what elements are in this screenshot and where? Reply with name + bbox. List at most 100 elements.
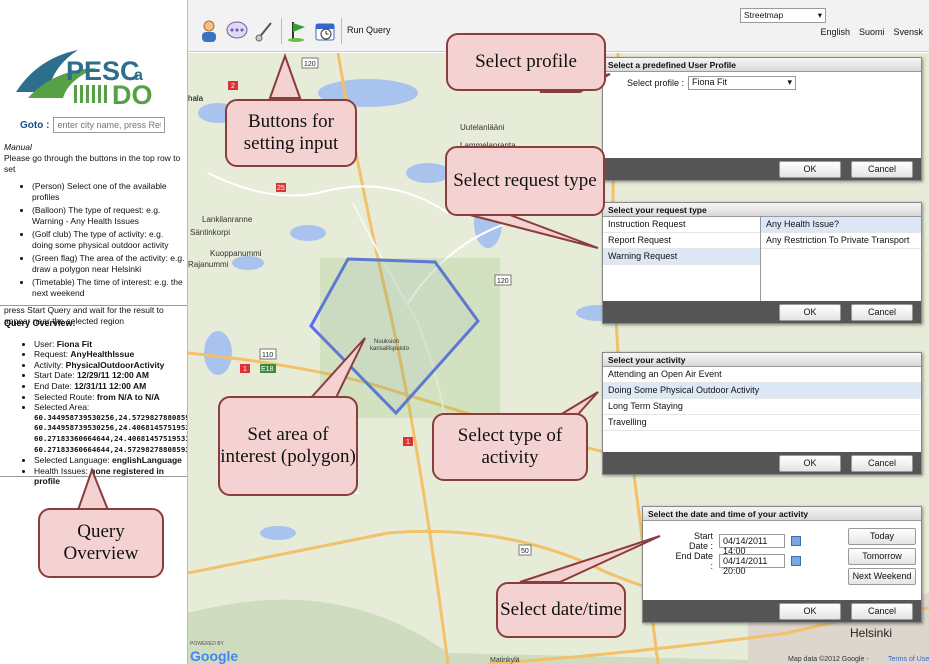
svg-text:DO: DO [112, 80, 153, 110]
query-overview: Query Overview: User: Fiona Fit Request:… [4, 318, 188, 487]
today-button[interactable]: Today [848, 528, 916, 545]
start-date-input[interactable]: 04/14/2011 14:00 [719, 534, 785, 556]
manual-list: (Person) Select one of the available pro… [32, 181, 186, 299]
manual-intro: Please go through the buttons in the top… [4, 153, 181, 174]
profile-panel: Select a predefined User Profile Select … [602, 57, 922, 181]
svg-text:120: 120 [497, 278, 509, 285]
calendar-icon[interactable] [791, 556, 801, 566]
date-panel-title: Select the date and time of your activit… [643, 507, 921, 521]
area-coord: 60.27183360664644,24.406814575195312 [34, 433, 188, 443]
ok-button[interactable]: OK [779, 160, 841, 178]
area-coord: 60.27183360664644,24.572982788085938 [34, 444, 188, 454]
tomorrow-button[interactable]: Tomorrow [848, 548, 916, 565]
list-item[interactable]: Attending an Open Air Event [603, 367, 921, 383]
toolbar-separator [341, 18, 342, 44]
ok-button[interactable]: OK [779, 454, 841, 472]
calendar-icon[interactable] [791, 536, 801, 546]
goto-row: Goto : [4, 116, 186, 134]
list-item[interactable]: Instruction Request [603, 217, 760, 233]
svg-text:hala: hala [188, 94, 204, 103]
overview-end: End Date: 12/31/11 12:00 AM [34, 381, 187, 392]
green-flag-icon [288, 22, 305, 42]
request-detail-list: Any Health Issue? Any Restriction To Pri… [761, 217, 921, 301]
svg-text:POWERED BY: POWERED BY [190, 641, 225, 647]
time-button[interactable] [312, 18, 338, 44]
svg-text:Lankilanranne: Lankilanranne [202, 215, 253, 224]
list-item[interactable]: Long Term Staying [603, 399, 921, 415]
map-type-select[interactable]: Streetmap ▾ [740, 8, 826, 23]
goto-label: Goto : [20, 119, 50, 131]
date-panel: Select the date and time of your activit… [642, 506, 922, 623]
toolbar-separator [281, 18, 282, 44]
activity-panel-title: Select your activity [603, 353, 921, 367]
svg-text:Google: Google [190, 648, 238, 664]
callout-date: Select date/time [496, 582, 626, 638]
manual-item: (Timetable) The time of interest: e.g. t… [32, 277, 186, 299]
lang-suomi[interactable]: Suomi [859, 27, 885, 37]
overview-request: Request: AnyHealthIssue [34, 349, 187, 360]
svg-text:25: 25 [277, 185, 285, 192]
overview-language: Selected Language: englishLanguage [34, 455, 187, 466]
list-item[interactable]: Any Health Issue? [761, 217, 921, 233]
svg-text:1: 1 [243, 366, 247, 373]
cancel-button[interactable]: Cancel [851, 303, 913, 321]
activity-button[interactable] [252, 18, 278, 44]
list-item[interactable]: Warning Request [603, 249, 760, 265]
manual: Manual Please go through the buttons in … [4, 142, 186, 327]
profile-select[interactable]: Fiona Fit ▾ [688, 76, 797, 90]
ok-button[interactable]: OK [779, 602, 841, 620]
overview-start: Start Date: 12/29/11 12:00 AM [34, 370, 187, 381]
ok-button[interactable]: OK [779, 303, 841, 321]
divider [0, 476, 187, 477]
list-item[interactable]: Report Request [603, 233, 760, 249]
svg-text:2: 2 [231, 83, 235, 90]
lang-svensk[interactable]: Svensk [893, 27, 923, 37]
end-date-label: End Date : [675, 551, 713, 571]
cancel-button[interactable]: Cancel [851, 454, 913, 472]
timetable-icon [315, 23, 335, 41]
manual-item: (Green flag) The area of the activity: e… [32, 253, 186, 275]
list-item[interactable]: Any Restriction To Private Transport [761, 233, 921, 249]
overview-activity: Activity: PhysicalOutdoorActivity [34, 360, 187, 371]
request-panel-title: Select your request type [603, 203, 921, 217]
run-query-button[interactable]: Run Query [347, 25, 391, 35]
area-coord: 60.344958739530256,24.572982788085938 [34, 412, 188, 422]
cancel-button[interactable]: Cancel [851, 160, 913, 178]
list-item[interactable]: Doing Some Physical Outdoor Activity [603, 383, 921, 399]
svg-text:1: 1 [406, 439, 410, 446]
activity-panel: Select your activity Attending an Open A… [602, 352, 922, 475]
chevron-down-icon: ▾ [817, 10, 822, 20]
callout-request-type: Select request type [445, 146, 605, 216]
lang-english[interactable]: English [820, 27, 850, 37]
callout-buttons: Buttons for setting input [225, 99, 357, 167]
request-panel: Select your request type Instruction Req… [602, 202, 922, 324]
next-weekend-button[interactable]: Next Weekend [848, 568, 916, 585]
golf-club-icon [255, 22, 272, 42]
profile-button[interactable] [196, 18, 222, 44]
profile-panel-title: Select a predefined User Profile [603, 58, 921, 72]
svg-text:Nuuksion: Nuuksion [374, 339, 399, 345]
overview-area: Selected Area: 60.344958739530256,24.572… [34, 402, 188, 455]
svg-text:Terms of Use: Terms of Use [888, 656, 929, 663]
svg-text:Kuoppanummi: Kuoppanummi [210, 249, 262, 258]
svg-text:50: 50 [521, 548, 529, 555]
area-button[interactable] [284, 18, 310, 44]
manual-item: (Balloon) The type of request: e.g. Warn… [32, 205, 186, 227]
overview-user: User: Fiona Fit [34, 339, 187, 350]
pescado-logo: PESC a DO [16, 50, 153, 110]
list-item[interactable]: Travelling [603, 415, 921, 431]
svg-text:Matinkylä: Matinkylä [490, 657, 520, 664]
area-coord: 60.344958739530256,24.406814575195312 [34, 423, 188, 433]
person-icon [202, 20, 216, 42]
language-links: English Suomi Svensk [820, 27, 923, 37]
svg-text:120: 120 [304, 61, 316, 68]
goto-input[interactable] [53, 117, 166, 133]
callout-activity: Select type of activity [432, 413, 588, 481]
cancel-button[interactable]: Cancel [851, 602, 913, 620]
end-date-input[interactable]: 04/14/2011 20:00 [719, 554, 785, 576]
start-date-label: Start Date : [688, 531, 713, 551]
overview-route: Selected Route: from N/A to N/A [34, 392, 187, 403]
callout-select-profile: Select profile [446, 33, 606, 91]
request-button[interactable] [224, 18, 250, 44]
svg-text:Map data ©2012 Google -: Map data ©2012 Google - [788, 655, 869, 663]
